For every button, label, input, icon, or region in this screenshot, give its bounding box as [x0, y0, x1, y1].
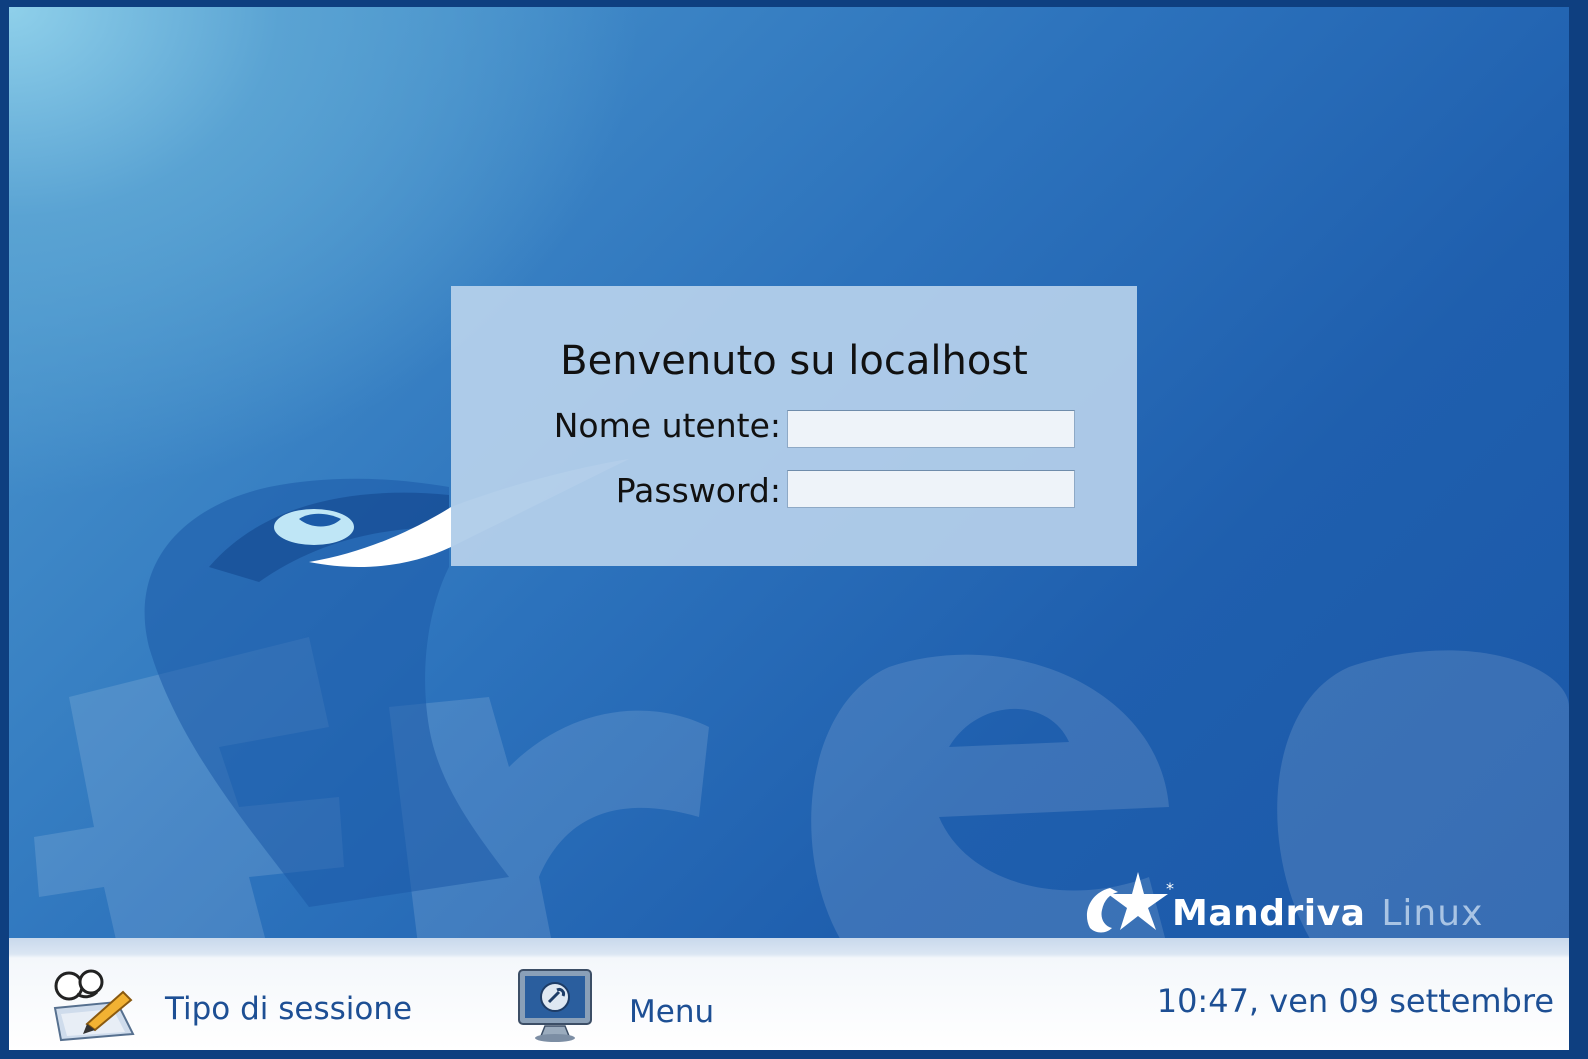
username-input[interactable] [787, 410, 1075, 448]
password-input[interactable] [787, 470, 1075, 508]
brand-name: Mandriva [1172, 893, 1366, 934]
mandriva-star-icon: * [1086, 872, 1174, 933]
brand-suffix: Linux [1381, 893, 1484, 934]
welcome-title: Benvenuto su localhost [560, 338, 1028, 384]
mandriva-brand: * Mandriva Linux [1080, 868, 1483, 938]
clock: 10:47, ven 09 settembre [1156, 982, 1554, 1020]
menu-button[interactable]: Menu [515, 966, 714, 1044]
password-label: Password: [615, 471, 781, 510]
menu-label: Menu [629, 994, 715, 1030]
login-screen: Benvenuto su localhost Nome utente: Pass… [0, 0, 1588, 1059]
session-type-label: Tipo di sessione [165, 991, 413, 1027]
username-label: Nome utente: [553, 406, 781, 445]
session-type-icon [53, 969, 135, 1042]
session-type-button[interactable]: Tipo di sessione [47, 968, 412, 1044]
menu-monitor-icon [518, 969, 592, 1042]
